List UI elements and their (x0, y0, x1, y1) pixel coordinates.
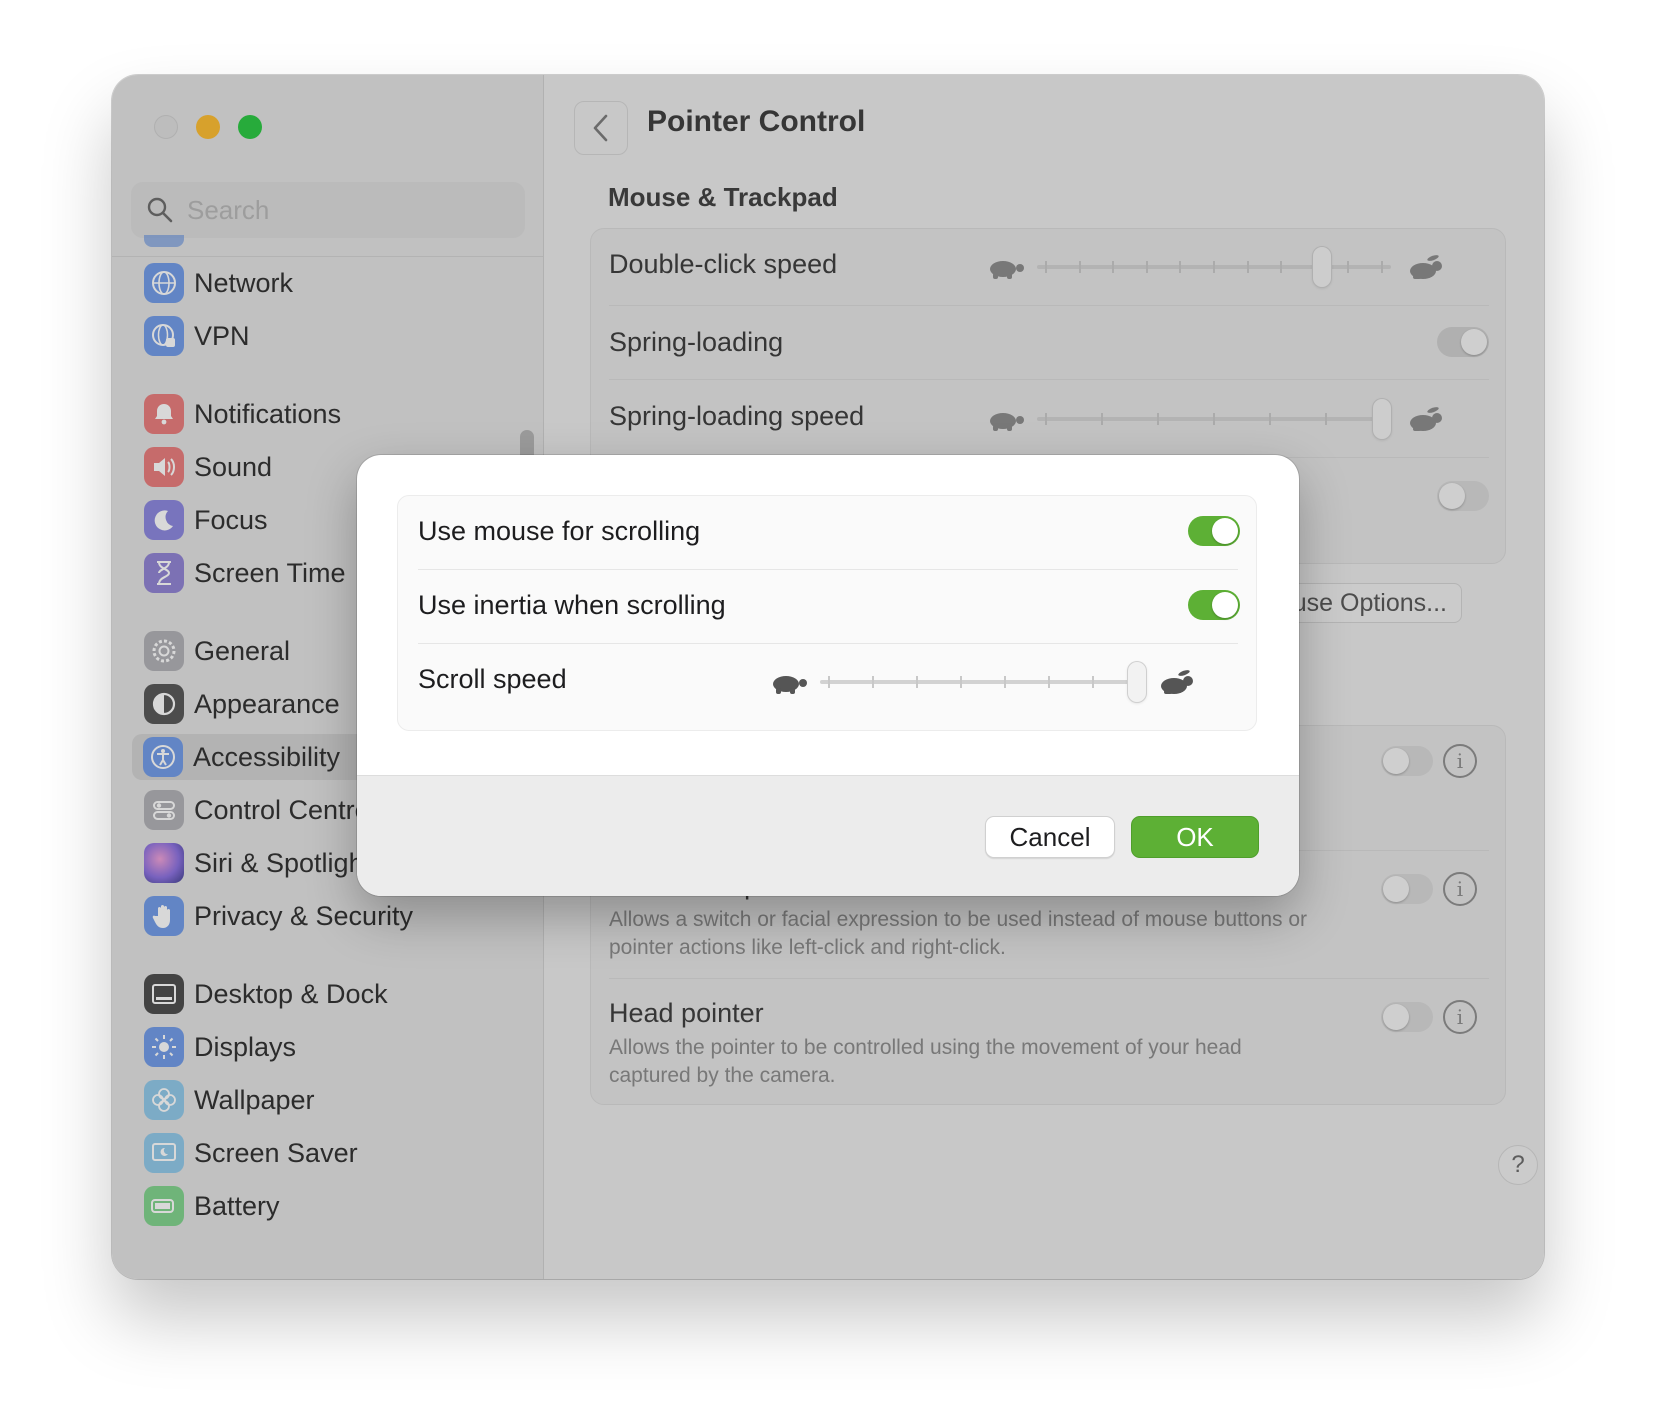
slider-tick (1048, 676, 1050, 688)
turtle-icon (773, 676, 807, 694)
use-inertia-label: Use inertia when scrolling (418, 590, 726, 620)
scroll-speed-slider[interactable] (820, 662, 1146, 702)
rabbit-icon (1161, 670, 1193, 694)
slider-tick (1004, 676, 1006, 688)
cancel-button[interactable]: Cancel (985, 816, 1115, 858)
sheet-footer: Cancel OK (357, 775, 1299, 896)
slider-tick (916, 676, 918, 688)
sheet-settings-group: Use mouse for scrolling Use inertia when… (397, 495, 1257, 731)
slider-tick (960, 676, 962, 688)
use-mouse-scrolling-label: Use mouse for scrolling (418, 516, 701, 546)
slider-tick (1092, 676, 1094, 688)
slider-tick (828, 676, 830, 688)
row-divider (418, 643, 1238, 644)
ok-button[interactable]: OK (1131, 816, 1259, 858)
scroll-speed-label: Scroll speed (418, 664, 567, 694)
slider-tick (872, 676, 874, 688)
use-mouse-scrolling-toggle[interactable] (1188, 516, 1240, 546)
mouse-options-sheet: Use mouse for scrolling Use inertia when… (357, 455, 1299, 896)
slider-thumb[interactable] (1128, 662, 1146, 702)
use-inertia-toggle[interactable] (1188, 590, 1240, 620)
row-divider (418, 569, 1238, 570)
